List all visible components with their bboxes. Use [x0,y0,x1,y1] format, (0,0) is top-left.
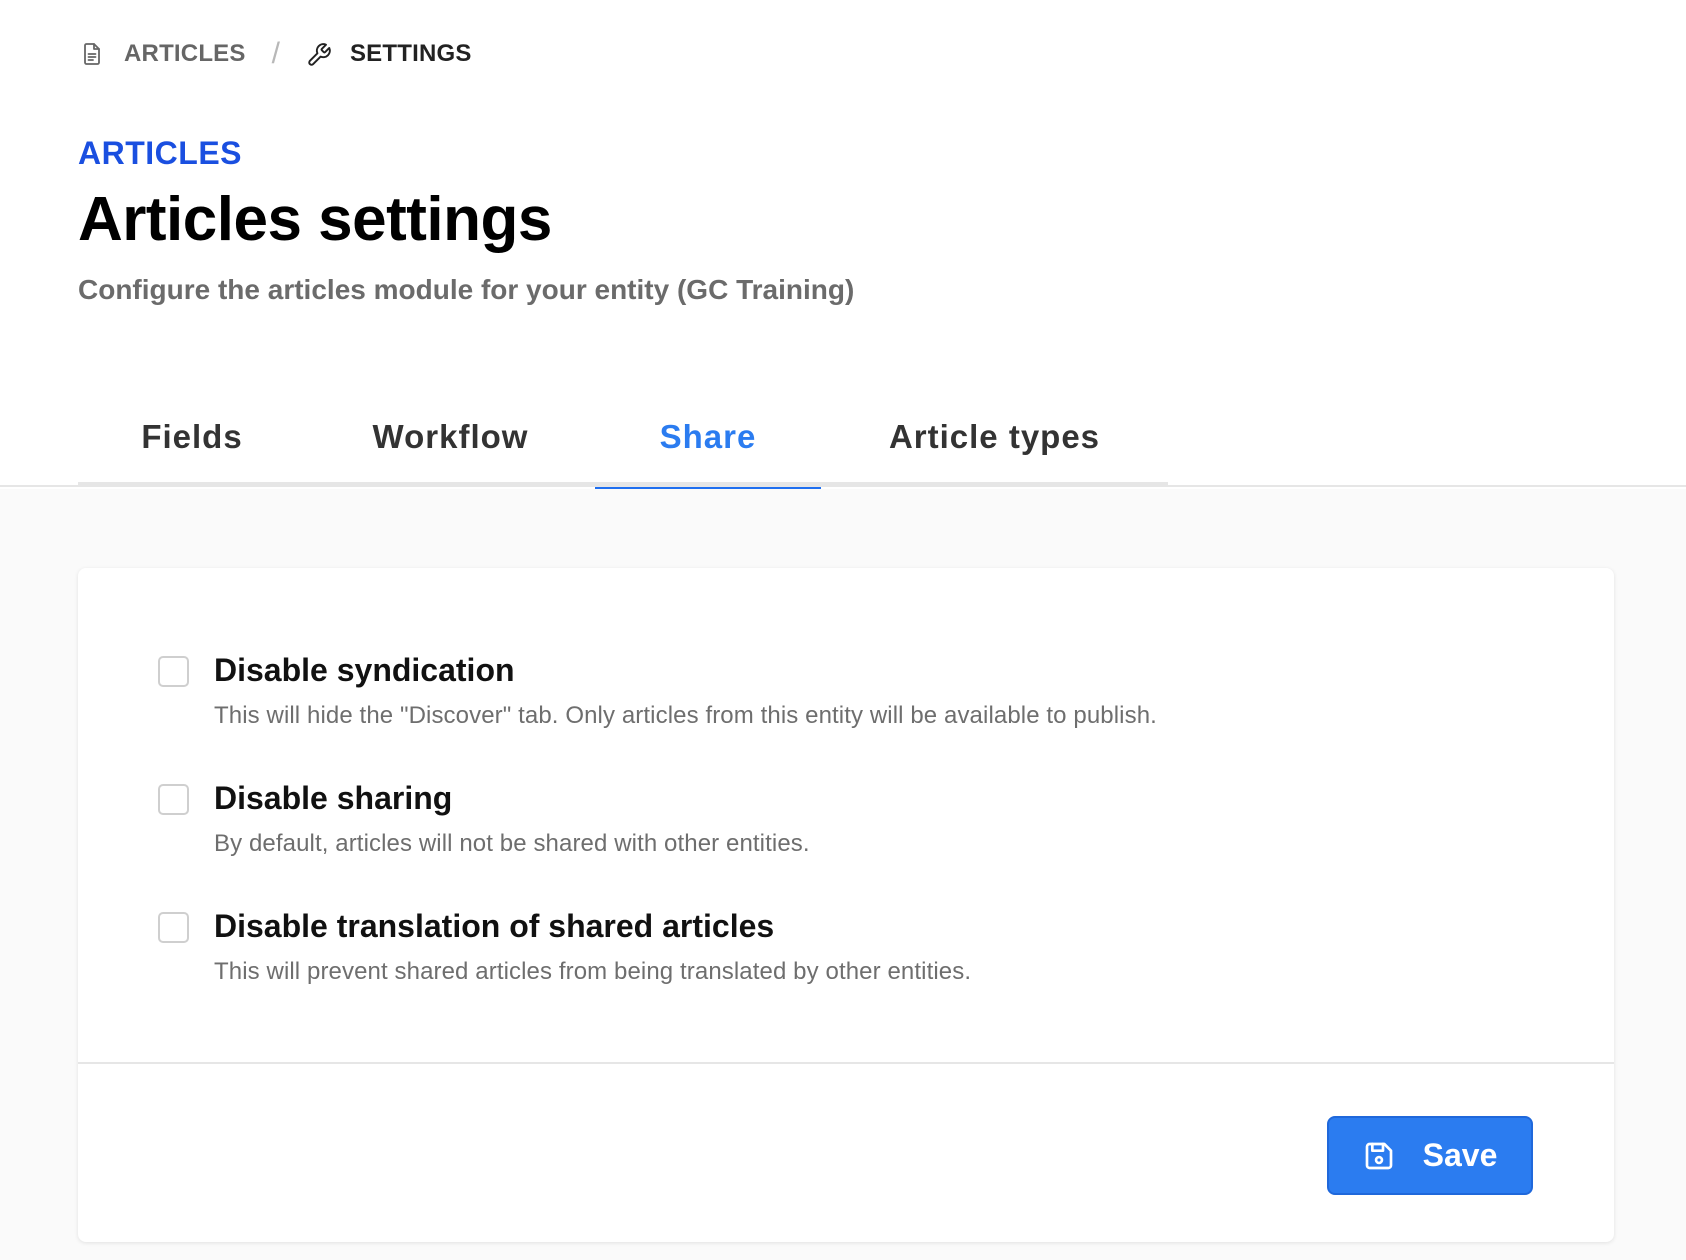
option-label: Disable sharing [214,780,453,816]
tab-share[interactable]: Share [595,410,821,492]
wrench-icon [306,42,331,66]
page-header: ARTICLES / SETTINGS ARTICLES Articles se… [0,0,1686,492]
page: ARTICLES / SETTINGS ARTICLES Articles se… [0,0,1686,1260]
tab-workflow[interactable]: Workflow [306,410,595,487]
save-button[interactable]: Save [1327,1116,1533,1195]
breadcrumb-label: SETTINGS [349,40,472,67]
floppy-disk-icon [1363,1140,1395,1172]
section-eyebrow: ARTICLES [78,135,242,171]
option-description: This will hide the "Discover" tab. Only … [214,702,1157,729]
page-subtitle: Configure the articles module for your e… [78,274,855,305]
tab-article-types[interactable]: Article types [821,410,1168,487]
document-icon [80,42,104,66]
disable-syndication-checkbox[interactable] [158,656,189,687]
breadcrumb: ARTICLES / SETTINGS [80,37,472,70]
content-area: Disable syndication This will hide the "… [0,489,1686,1260]
share-settings-card: Disable syndication This will hide the "… [78,568,1614,1242]
breadcrumb-item-settings: SETTINGS [306,40,472,68]
tab-fields[interactable]: Fields [78,410,306,487]
share-options: Disable syndication This will hide the "… [78,568,1614,1064]
page-title: Articles settings [78,185,552,254]
settings-tabs: Fields Workflow Share Article types [78,410,1168,492]
option-label: Disable translation of shared articles [214,908,775,944]
breadcrumb-item-articles[interactable]: ARTICLES [80,40,246,68]
save-button-label: Save [1422,1137,1498,1173]
option-label: Disable syndication [214,652,515,688]
breadcrumb-separator: / [271,37,280,70]
breadcrumb-label: ARTICLES [124,40,246,67]
option-description: By default, articles will not be shared … [214,830,810,857]
option-description: This will prevent shared articles from b… [214,958,972,985]
disable-translation-checkbox[interactable] [158,912,189,943]
disable-sharing-checkbox[interactable] [158,784,189,815]
